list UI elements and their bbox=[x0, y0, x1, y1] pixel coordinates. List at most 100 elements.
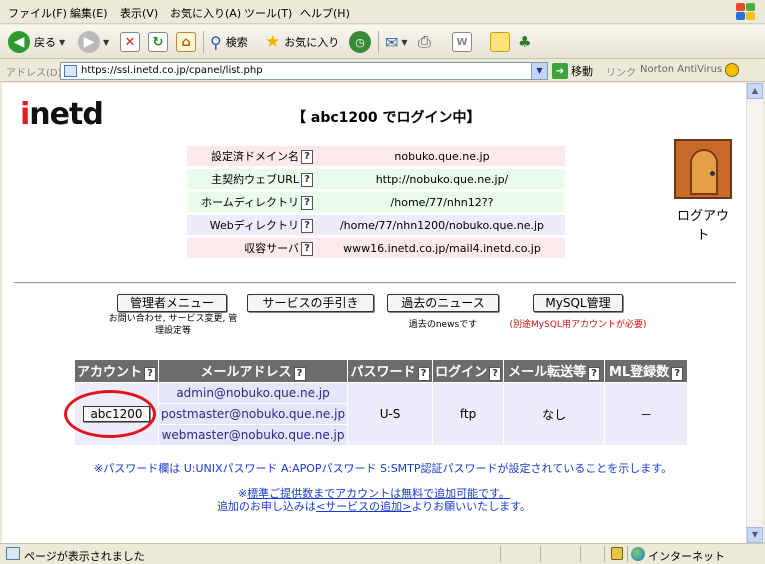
star-icon: ★ bbox=[265, 32, 281, 52]
col-password-label: パスワード bbox=[350, 365, 416, 380]
go-label: 移動 bbox=[571, 65, 593, 78]
security-zone: インターネット bbox=[648, 550, 725, 563]
col-password: パスワード? bbox=[348, 360, 433, 382]
service-guide-button[interactable]: サービスの手引き bbox=[247, 294, 374, 312]
menu-favorites[interactable]: お気に入り(A) bbox=[170, 5, 241, 21]
apply-note-prefix: 追加のお申し込みは bbox=[216, 500, 316, 513]
refresh-button[interactable]: ↻ bbox=[148, 30, 168, 54]
home-button[interactable]: ⌂ bbox=[176, 30, 196, 54]
past-news-button[interactable]: 過去のニュース bbox=[387, 294, 499, 312]
help-icon[interactable]: ? bbox=[301, 241, 313, 256]
menu-view[interactable]: 表示(V) bbox=[120, 5, 158, 21]
info-key: 主契約ウェブURL bbox=[187, 169, 301, 189]
forward-cell: なし bbox=[504, 383, 605, 445]
help-icon[interactable]: ? bbox=[293, 367, 306, 381]
home-icon: ⌂ bbox=[176, 32, 196, 52]
col-forward-label: メール転送等 bbox=[508, 365, 587, 380]
help-icon[interactable]: ? bbox=[301, 218, 313, 233]
info-value: /home/77/nhn1200/nobuko.que.ne.jp bbox=[319, 215, 565, 235]
logo-i: i bbox=[20, 97, 30, 132]
back-button[interactable]: ◀ 戻る ▼ bbox=[8, 30, 65, 54]
col-login: ログイン? bbox=[433, 360, 504, 382]
info-value: nobuko.que.ne.jp bbox=[319, 146, 565, 166]
menu-help[interactable]: ヘルプ(H) bbox=[300, 5, 350, 21]
help-icon[interactable]: ? bbox=[671, 367, 684, 381]
divider bbox=[14, 282, 736, 284]
search-label: 検索 bbox=[225, 36, 248, 49]
col-email-label: メールアドレス bbox=[200, 365, 292, 380]
help-icon[interactable]: ? bbox=[144, 367, 157, 381]
status-separator bbox=[500, 546, 501, 562]
col-account-label: アカウント bbox=[77, 365, 143, 380]
back-label: 戻る bbox=[34, 36, 56, 49]
info-row-web-dir: Webディレクトリ ? /home/77/nhn1200/nobuko.que.… bbox=[187, 215, 565, 235]
back-dropdown-icon[interactable]: ▼ bbox=[59, 38, 65, 47]
messenger-icon: ♣ bbox=[518, 33, 532, 51]
past-news-caption: 過去のnewsです bbox=[408, 320, 478, 330]
help-icon[interactable]: ? bbox=[301, 195, 313, 210]
admin-menu-button[interactable]: 管理者メニュー bbox=[117, 294, 227, 312]
address-dropdown-icon[interactable]: ▼ bbox=[531, 63, 547, 79]
col-login-label: ログイン bbox=[435, 365, 488, 380]
menu-edit[interactable]: 編集(E) bbox=[70, 5, 108, 21]
apply-note-suffix: よりお願いいたします。 bbox=[411, 500, 532, 513]
info-value: /home/77/nhn12?? bbox=[319, 192, 565, 212]
account-info-table: 設定済ドメイン名 ? nobuko.que.ne.jp 主契約ウェブURL ? … bbox=[187, 143, 565, 261]
vertical-scrollbar[interactable]: ▲ ▼ bbox=[746, 83, 763, 543]
address-label: アドレス(D) bbox=[6, 68, 62, 79]
address-input[interactable]: https://ssl.inetd.co.jp/cpanel/list.php … bbox=[60, 62, 548, 80]
mail-dropdown-icon[interactable]: ▼ bbox=[401, 38, 407, 47]
forward-button[interactable]: ▶ ▼ bbox=[78, 30, 109, 54]
norton-antivirus-label[interactable]: Norton AntiVirus bbox=[640, 64, 722, 75]
info-key: 設定済ドメイン名 bbox=[187, 146, 301, 166]
account-table-header: アカウント? メールアドレス? パスワード? ログイン? メール転送等? ML登… bbox=[75, 360, 688, 382]
service-add-link[interactable]: <サービスの追加> bbox=[316, 500, 411, 513]
col-ml-count-label: ML登録数 bbox=[608, 365, 670, 380]
info-key: 収容サーバ bbox=[187, 238, 301, 258]
messenger-button[interactable]: ♣ bbox=[518, 30, 531, 54]
page-icon bbox=[64, 65, 77, 77]
email-address[interactable]: webmaster@nobuko.que.ne.jp bbox=[159, 425, 348, 445]
help-icon[interactable]: ? bbox=[489, 367, 502, 381]
help-icon[interactable]: ? bbox=[417, 367, 430, 381]
email-address[interactable]: postmaster@nobuko.que.ne.jp bbox=[159, 404, 348, 424]
go-button[interactable]: ➔ 移動 bbox=[552, 63, 593, 79]
word-icon: W bbox=[452, 32, 472, 52]
help-icon[interactable]: ? bbox=[301, 172, 313, 187]
note-icon bbox=[490, 32, 510, 52]
email-address[interactable]: admin@nobuko.que.ne.jp bbox=[159, 383, 348, 403]
history-button[interactable]: ◷ bbox=[349, 30, 371, 54]
address-bar: アドレス(D) https://ssl.inetd.co.jp/cpanel/l… bbox=[0, 60, 765, 82]
print-button[interactable]: ⎙ bbox=[418, 30, 431, 54]
links-button[interactable]: リンク bbox=[606, 64, 636, 79]
browser-window: ファイル(F) 編集(E) 表示(V) お気に入り(A) ツール(T) ヘルプ(… bbox=[0, 0, 765, 564]
discuss-button[interactable] bbox=[490, 30, 510, 54]
status-bar: ページが表示されました インターネット bbox=[0, 543, 765, 564]
edit-button[interactable]: W bbox=[452, 30, 472, 54]
mail-button[interactable]: ✉ ▼ bbox=[385, 30, 408, 54]
apply-note: 追加のお申し込みは<サービスの追加>よりお願いいたします。 bbox=[2, 498, 746, 514]
norton-icon[interactable] bbox=[725, 63, 739, 77]
forward-dropdown-icon[interactable]: ▼ bbox=[103, 38, 109, 47]
search-button[interactable]: ⚲ 検索 bbox=[210, 30, 248, 54]
toolbar-separator bbox=[203, 31, 204, 53]
toolbar-separator bbox=[378, 31, 379, 53]
help-icon[interactable]: ? bbox=[301, 149, 313, 164]
password-legend-note: ※パスワード欄は U:UNIXパスワード A:APOPパスワード S:SMTP認… bbox=[94, 462, 673, 475]
scroll-down-icon[interactable]: ▼ bbox=[747, 527, 763, 543]
address-url[interactable]: https://ssl.inetd.co.jp/cpanel/list.php bbox=[81, 65, 263, 76]
logout-button[interactable]: ログアウト bbox=[672, 139, 734, 243]
status-separator bbox=[540, 546, 541, 562]
login-status-message: 【 abc1200 でログイン中】 bbox=[292, 110, 481, 126]
scroll-up-icon[interactable]: ▲ bbox=[747, 83, 763, 99]
stop-button[interactable]: ✕ bbox=[120, 30, 140, 54]
menu-tools[interactable]: ツール(T) bbox=[244, 5, 292, 21]
menu-file[interactable]: ファイル(F) bbox=[8, 5, 67, 21]
info-row-home-dir: ホームディレクトリ ? /home/77/nhn12?? bbox=[187, 192, 565, 212]
favorites-button[interactable]: ★ お気に入り bbox=[265, 30, 339, 54]
mysql-admin-button[interactable]: MySQL管理 bbox=[533, 294, 623, 312]
go-arrow-icon: ➔ bbox=[552, 63, 568, 79]
help-icon[interactable]: ? bbox=[588, 367, 601, 381]
history-icon: ◷ bbox=[349, 31, 371, 53]
password-cell: U-S bbox=[348, 383, 433, 445]
